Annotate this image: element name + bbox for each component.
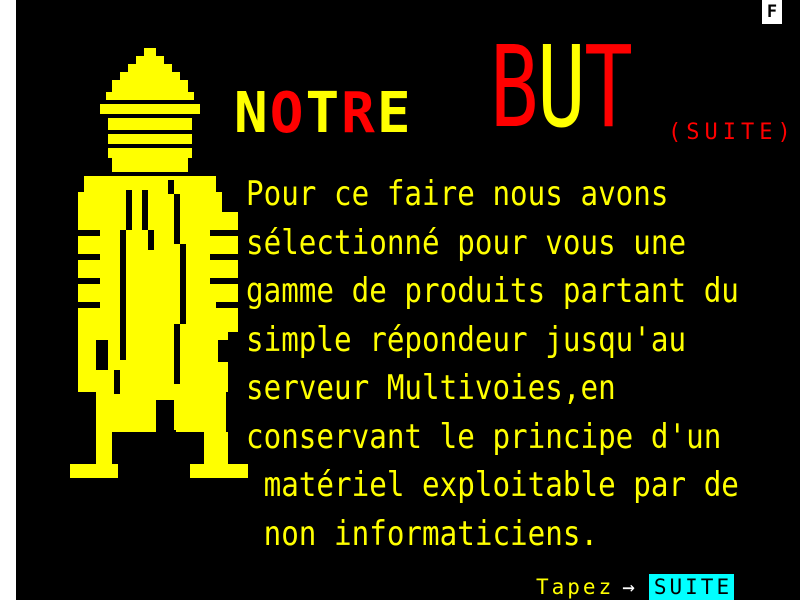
body-line: matériel exploitable par de [246, 465, 739, 505]
footer-prompt: Tapez [536, 575, 615, 599]
suite-button[interactable]: SUITE [648, 574, 735, 600]
body-line: simple répondeur jusqu'au [246, 319, 687, 360]
title-notre-letter: N [234, 81, 270, 146]
title-but-letter: B [490, 23, 539, 153]
body-line: conservant le principe d'un [246, 416, 722, 457]
title-but: BUT [490, 32, 633, 144]
title-notre-letter: O [269, 81, 306, 146]
footer-navigation: Tapez → SUITE [536, 574, 735, 600]
title-notre-letter: T [305, 81, 342, 146]
title-but-letter: T [584, 23, 633, 153]
body-line: Pour ce faire nous avons [246, 174, 669, 214]
page-title: NOTRE BUT (SUITE) [234, 32, 800, 146]
title-notre: NOTRE [234, 86, 413, 142]
status-indicator: F [762, 0, 782, 24]
body-line: non informaticiens. [246, 513, 599, 554]
teletext-screen: F NOTRE BUT (SUITE) Pour ce faire nous a… [16, 0, 800, 600]
arrow-right-icon: → [622, 575, 635, 599]
title-notre-letter: R [341, 81, 377, 146]
title-suite-tag: (SUITE) [668, 120, 796, 145]
body-line: sélectionné pour vous une [246, 222, 687, 263]
body-line: serveur Multivoies,en [246, 368, 616, 408]
title-but-letter: U [537, 23, 586, 153]
title-notre-letter: E [376, 81, 413, 146]
body-paragraph: Pour ce faire nous avons sélectionné pou… [246, 170, 800, 558]
body-line: gamme de produits partant du [246, 271, 739, 311]
